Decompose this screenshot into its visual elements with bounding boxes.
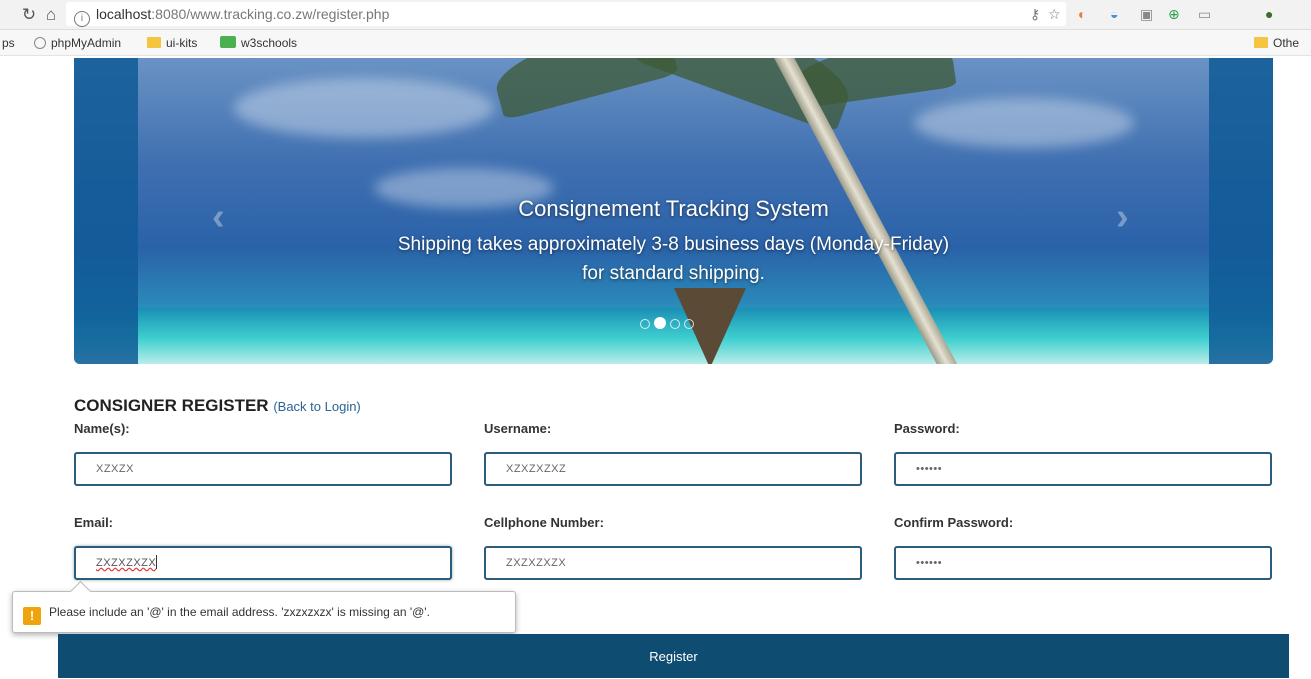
confirm-password-label: Confirm Password: bbox=[894, 515, 1014, 530]
carousel-indicator[interactable] bbox=[670, 319, 680, 329]
email-input[interactable]: ZXZXZXZX bbox=[74, 546, 452, 580]
browser-toolbar: ↻ ⌂ i localhost:8080/www.tracking.co.zw/r… bbox=[0, 0, 1311, 30]
cellphone-input[interactable]: ZXZXZXZX bbox=[484, 546, 862, 580]
name-label: Name(s): bbox=[74, 421, 130, 436]
cloud bbox=[234, 78, 494, 138]
validation-message: Please include an '@' in the email addre… bbox=[49, 605, 430, 619]
page-title: CONSIGNER REGISTER bbox=[74, 396, 269, 415]
username-input[interactable]: XZXZXZXZ bbox=[484, 452, 862, 486]
text-caret bbox=[156, 555, 158, 569]
password-label: Password: bbox=[894, 421, 960, 436]
extension-icon[interactable]: ▭ bbox=[1198, 4, 1211, 24]
warning-icon: ! bbox=[23, 607, 41, 625]
username-label: Username: bbox=[484, 421, 552, 436]
phpmyadmin-icon bbox=[34, 37, 46, 49]
url-path: :8080/www.tracking.co.zw/register.php bbox=[151, 6, 390, 22]
bookmarks-bar: ps phpMyAdmin ui-kits w3schools Othe bbox=[0, 30, 1311, 56]
palm-frond bbox=[489, 58, 679, 121]
key-icon[interactable]: ⚷ bbox=[1030, 4, 1040, 24]
bookmark-phpmyadmin[interactable]: phpMyAdmin bbox=[34, 34, 121, 52]
address-bar[interactable]: i localhost:8080/www.tracking.co.zw/regis… bbox=[66, 2, 1066, 27]
bookmark-ui-kits[interactable]: ui-kits bbox=[147, 34, 197, 52]
carousel-caption: Consignement Tracking System Shipping ta… bbox=[74, 194, 1273, 288]
carousel-indicator[interactable] bbox=[684, 319, 694, 329]
carousel-title: Consignement Tracking System bbox=[518, 196, 829, 221]
hero-carousel: ‹ › Consignement Tracking System Shippin… bbox=[74, 58, 1273, 364]
register-button[interactable]: Register bbox=[58, 634, 1289, 678]
cellphone-label: Cellphone Number: bbox=[484, 515, 604, 530]
folder-icon bbox=[1254, 37, 1268, 48]
carousel-text: Shipping takes approximately 3-8 busines… bbox=[397, 234, 950, 255]
carousel-text: for standard shipping. bbox=[582, 263, 765, 284]
extension-icon[interactable]: ◐ bbox=[1078, 4, 1086, 24]
folder-icon bbox=[147, 37, 161, 48]
extension-icon[interactable]: ▣ bbox=[1140, 4, 1153, 24]
extension-icon[interactable]: ◒ bbox=[1110, 4, 1118, 24]
w3schools-icon bbox=[220, 36, 236, 48]
form-heading: CONSIGNER REGISTER (Back to Login) bbox=[74, 396, 361, 416]
bookmark-apps[interactable]: ps bbox=[2, 34, 15, 52]
bookmark-other[interactable]: Othe bbox=[1254, 34, 1299, 52]
carousel-indicator[interactable] bbox=[640, 319, 650, 329]
email-value: ZXZXZXZX bbox=[96, 557, 157, 569]
star-icon[interactable]: ☆ bbox=[1048, 4, 1061, 24]
back-to-login-link[interactable]: (Back to Login) bbox=[273, 399, 360, 414]
carousel-indicator[interactable] bbox=[654, 317, 666, 329]
cloud bbox=[914, 98, 1134, 148]
confirm-password-input[interactable]: •••••• bbox=[894, 546, 1272, 580]
name-input[interactable]: XZXZX bbox=[74, 452, 452, 486]
bookmark-w3schools[interactable]: w3schools bbox=[220, 34, 297, 52]
validation-tooltip: ! Please include an '@' in the email addr… bbox=[12, 591, 516, 633]
password-input[interactable]: •••••• bbox=[894, 452, 1272, 486]
email-label: Email: bbox=[74, 515, 114, 530]
extension-icon[interactable]: ⊕ bbox=[1168, 4, 1180, 24]
reload-icon[interactable]: ↻ bbox=[18, 4, 40, 26]
url-host: localhost bbox=[96, 6, 152, 22]
info-icon[interactable]: i bbox=[74, 11, 90, 27]
extension-icon[interactable]: ● bbox=[1265, 4, 1273, 24]
home-icon[interactable]: ⌂ bbox=[40, 4, 62, 26]
carousel-indicators bbox=[640, 316, 698, 329]
